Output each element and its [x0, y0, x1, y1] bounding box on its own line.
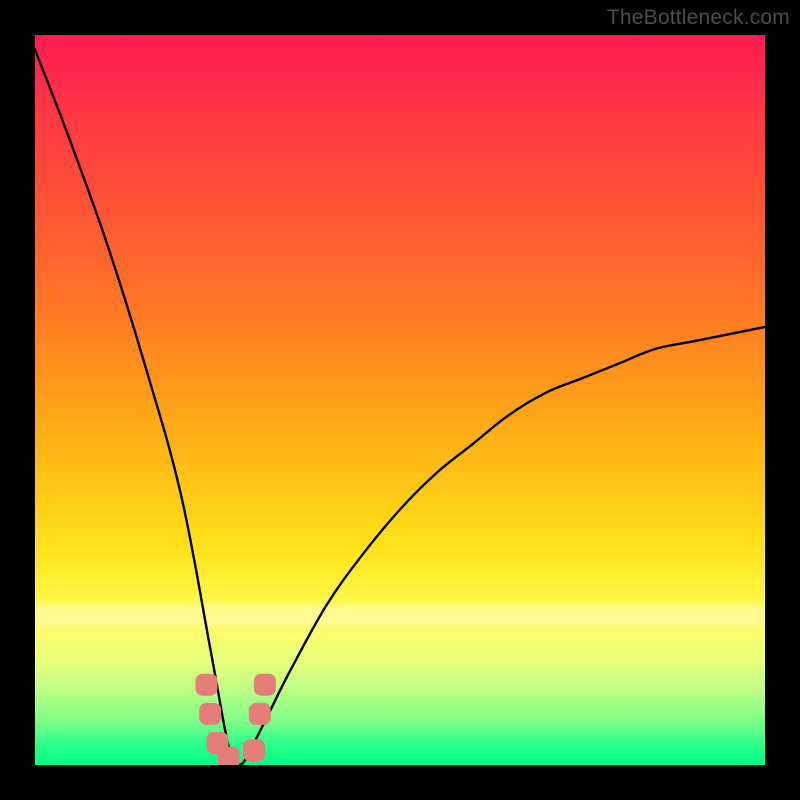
plot-area — [35, 35, 765, 765]
curve-marker — [254, 674, 276, 696]
chart-frame: TheBottleneck.com — [0, 0, 800, 800]
curve-marker — [243, 739, 265, 761]
watermark-text: TheBottleneck.com — [607, 6, 790, 30]
curve-marker — [218, 747, 240, 765]
curve-marker — [196, 674, 218, 696]
marker-group — [196, 674, 276, 765]
curve-layer — [35, 35, 765, 765]
bottleneck-curve — [35, 50, 765, 765]
curve-marker — [199, 703, 221, 725]
curve-marker — [249, 703, 271, 725]
